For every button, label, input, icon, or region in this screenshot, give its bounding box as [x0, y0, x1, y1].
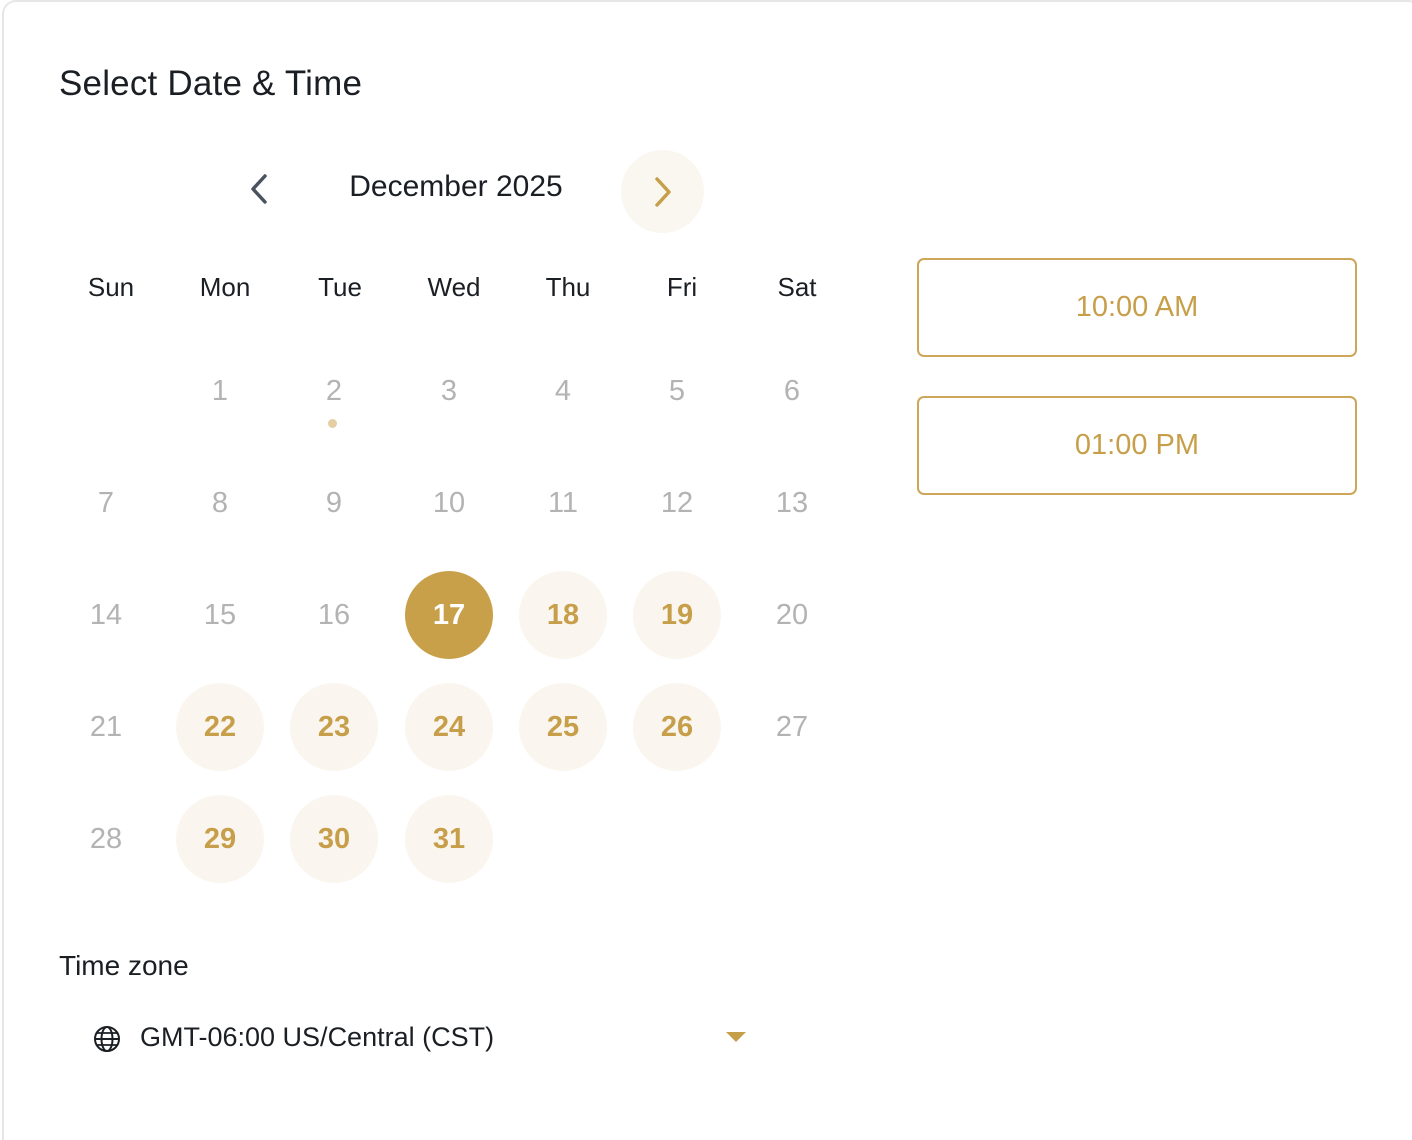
calendar-day-27: 27 — [775, 710, 809, 743]
calendar-day-1: 1 — [211, 374, 229, 407]
globe-icon — [94, 1026, 120, 1052]
today-indicator — [328, 419, 337, 428]
calendar-day-25[interactable]: 25 — [519, 683, 607, 771]
time-slot-button[interactable]: 01:00 PM — [917, 396, 1357, 495]
calendar-day-16: 16 — [317, 598, 351, 631]
scheduler-panel: Select Date & Time December 2025 Sun Mon T… — [2, 0, 1412, 1140]
calendar-day-18[interactable]: 18 — [519, 571, 607, 659]
calendar-day-5: 5 — [668, 374, 686, 407]
calendar-day-17[interactable]: 17 — [405, 571, 493, 659]
calendar-day-31[interactable]: 31 — [405, 795, 493, 883]
calendar-grid: 1 2 3 4 5 6 7 8 9 10 11 12 13 14 15 16 17 18 19 20 21 22 23 24 2… — [4, 2, 904, 902]
calendar-day-19[interactable]: 19 — [633, 571, 721, 659]
calendar-day-29[interactable]: 29 — [176, 795, 264, 883]
calendar-day-7: 7 — [97, 486, 115, 519]
calendar-day-4: 4 — [554, 374, 572, 407]
calendar-day-20: 20 — [775, 598, 809, 631]
calendar-day-11: 11 — [547, 486, 579, 519]
time-slot-button[interactable]: 10:00 AM — [917, 258, 1357, 357]
calendar-day-12: 12 — [660, 486, 694, 519]
calendar-day-9: 9 — [325, 486, 343, 519]
calendar-day-21: 21 — [89, 710, 123, 743]
timezone-select[interactable]: GMT-06:00 US/Central (CST) — [84, 1010, 764, 1066]
calendar-day-23[interactable]: 23 — [290, 683, 378, 771]
caret-down-icon — [726, 1032, 746, 1042]
calendar-day-24[interactable]: 24 — [405, 683, 493, 771]
calendar-day-14: 14 — [89, 598, 123, 631]
timezone-value: GMT-06:00 US/Central (CST) — [140, 1022, 495, 1052]
calendar-day-26[interactable]: 26 — [633, 683, 721, 771]
calendar-day-8: 8 — [211, 486, 229, 519]
calendar-day-10: 10 — [432, 486, 466, 519]
calendar-day-13: 13 — [775, 486, 809, 519]
calendar-day-22[interactable]: 22 — [176, 683, 264, 771]
calendar-day-6: 6 — [783, 374, 801, 407]
calendar-day-28: 28 — [89, 822, 123, 855]
calendar-day-3: 3 — [440, 374, 458, 407]
calendar-day-15: 15 — [203, 598, 237, 631]
calendar-day-30[interactable]: 30 — [290, 795, 378, 883]
timezone-label: Time zone — [59, 950, 189, 981]
